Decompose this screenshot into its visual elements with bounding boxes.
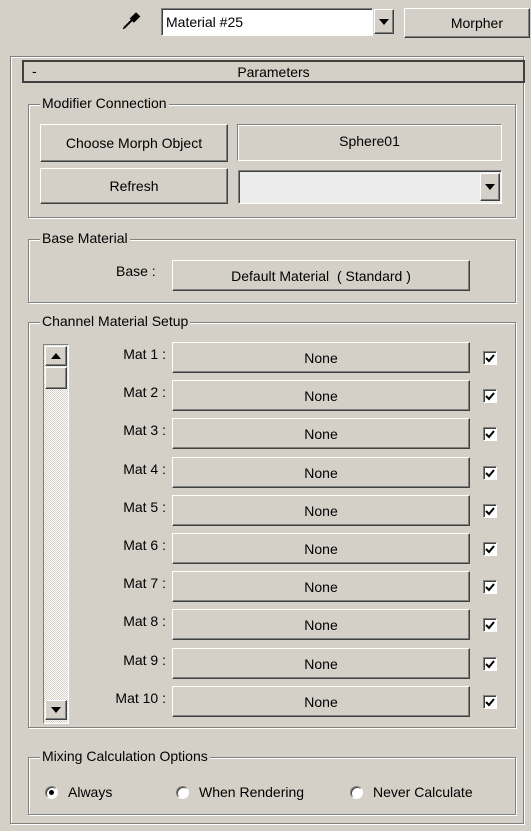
refresh-button[interactable]: Refresh [40, 168, 228, 204]
chevron-down-icon [485, 184, 495, 190]
mixing-option-radio[interactable] [176, 786, 189, 799]
channel-material-button[interactable]: None [172, 571, 470, 602]
morph-object-name: Sphere01 [339, 133, 400, 149]
channel-material-button[interactable]: None [172, 342, 470, 373]
morpher-label: Morpher [450, 15, 503, 31]
choose-morph-object-button[interactable]: Choose Morph Object [40, 124, 228, 162]
channel-material-button[interactable]: None [172, 686, 470, 717]
channel-label: Mat 6 : [123, 537, 166, 553]
base-label: Base : [116, 263, 156, 279]
channel-material-button[interactable]: None [172, 609, 470, 640]
rollout-title: Parameters [237, 63, 310, 80]
checkmark-icon [485, 506, 495, 515]
checkmark-icon [485, 468, 495, 477]
checkmark-icon [485, 544, 495, 553]
chevron-down-icon [379, 18, 389, 25]
channel-label: Mat 4 : [123, 461, 166, 477]
channel-label: Mat 10 : [115, 690, 166, 706]
channel-enable-checkbox[interactable] [483, 695, 497, 709]
channel-material-value: None [304, 578, 338, 595]
collapse-symbol: - [32, 63, 37, 79]
channel-label: Mat 9 : [123, 652, 166, 668]
choose-morph-object-label: Choose Morph Object [65, 135, 203, 151]
material-dropdown-button[interactable] [374, 9, 394, 34]
channel-label: Mat 2 : [123, 384, 166, 400]
channel-enable-checkbox[interactable] [483, 427, 497, 441]
channel-scrollbar[interactable] [43, 344, 69, 724]
channel-material-value: None [304, 464, 338, 481]
eyedropper-icon[interactable] [120, 10, 142, 32]
material-name-field[interactable]: Material #25 [161, 8, 373, 36]
channel-material-button[interactable]: None [172, 495, 470, 526]
scroll-up-button[interactable] [45, 346, 67, 366]
modifier-dropdown[interactable] [238, 170, 502, 204]
channel-material-value: None [304, 502, 338, 519]
mixing-option-radio[interactable] [350, 786, 363, 799]
channel-label: Mat 5 : [123, 499, 166, 515]
channel-enable-checkbox[interactable] [483, 542, 497, 556]
channel-material-value: None [304, 387, 338, 404]
channel-material-value: None [304, 616, 338, 633]
mixing-option-radio[interactable] [45, 786, 58, 799]
base-material-title: Base Material [40, 230, 130, 246]
morpher-button[interactable]: Morpher [404, 8, 530, 38]
channel-material-value: None [304, 693, 338, 710]
morph-object-name-field: Sphere01 [237, 124, 502, 161]
channel-enable-checkbox[interactable] [483, 351, 497, 365]
chevron-down-icon [51, 707, 61, 713]
mixing-option-label[interactable]: Always [68, 784, 112, 800]
channel-label: Mat 7 : [123, 575, 166, 591]
modifier-dropdown-arrow[interactable] [480, 173, 500, 201]
rollout-header[interactable]: - Parameters [22, 60, 525, 83]
channel-material-button[interactable]: None [172, 380, 470, 411]
base-material-value: Default Material ( Standard ) [231, 267, 411, 284]
checkmark-icon [485, 582, 495, 591]
channel-enable-checkbox[interactable] [483, 389, 497, 403]
material-name-text: Material #25 [166, 14, 244, 30]
checkmark-icon [485, 697, 495, 706]
checkmark-icon [485, 353, 495, 362]
channel-label: Mat 1 : [123, 346, 166, 362]
channel-enable-checkbox[interactable] [483, 504, 497, 518]
checkmark-icon [485, 659, 495, 668]
mixing-option-label[interactable]: Never Calculate [373, 784, 473, 800]
mixing-options-title: Mixing Calculation Options [40, 748, 210, 764]
channel-material-button[interactable]: None [172, 418, 470, 449]
chevron-up-icon [51, 353, 61, 359]
channel-material-value: None [304, 349, 338, 366]
channel-material-title: Channel Material Setup [40, 313, 191, 329]
channel-enable-checkbox[interactable] [483, 580, 497, 594]
refresh-label: Refresh [109, 178, 159, 194]
channel-label: Mat 8 : [123, 613, 166, 629]
channel-material-button[interactable]: None [172, 533, 470, 564]
channel-enable-checkbox[interactable] [483, 618, 497, 632]
channel-material-button[interactable]: None [172, 457, 470, 488]
scroll-thumb[interactable] [45, 367, 67, 389]
checkmark-icon [485, 620, 495, 629]
channel-enable-checkbox[interactable] [483, 466, 497, 480]
channel-material-button[interactable]: None [172, 648, 470, 679]
channel-material-value: None [304, 425, 338, 442]
channel-material-value: None [304, 655, 338, 672]
base-material-button[interactable]: Default Material ( Standard ) [172, 260, 470, 291]
checkmark-icon [485, 391, 495, 400]
channel-enable-checkbox[interactable] [483, 657, 497, 671]
mixing-option-label[interactable]: When Rendering [199, 784, 304, 800]
scroll-down-button[interactable] [45, 700, 67, 720]
channel-label: Mat 3 : [123, 422, 166, 438]
channel-material-value: None [304, 540, 338, 557]
checkmark-icon [485, 429, 495, 438]
modifier-connection-title: Modifier Connection [40, 95, 169, 111]
